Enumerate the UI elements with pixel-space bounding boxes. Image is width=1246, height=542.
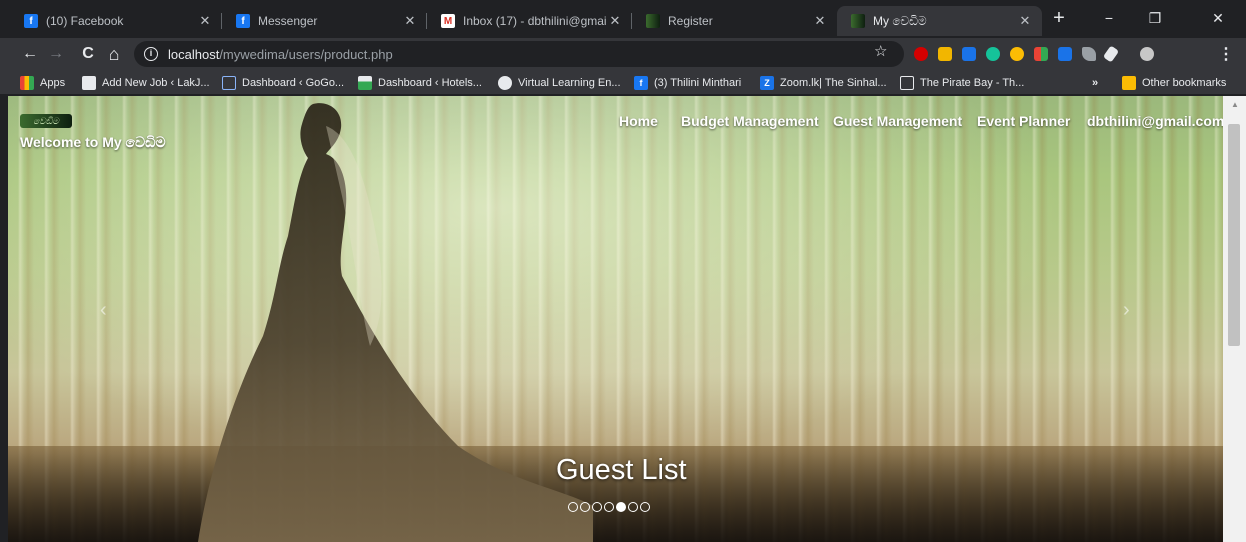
scrollbar-thumb[interactable]: [1228, 124, 1240, 346]
extension-calendar-icon[interactable]: [962, 47, 976, 61]
bookmark-label: Dashboard ‹ Hotels...: [378, 77, 482, 89]
close-tab-icon[interactable]: ✕: [606, 13, 624, 29]
site-favicon: [851, 14, 865, 28]
back-button[interactable]: ←: [18, 42, 42, 66]
bookmarks-overflow-button[interactable]: »: [1092, 74, 1098, 92]
folder-icon: [1122, 76, 1136, 90]
page-scrollbar[interactable]: ▲: [1223, 96, 1246, 542]
image-icon: [358, 76, 372, 90]
bookmark-apps[interactable]: Apps: [20, 74, 65, 92]
url-path: /mywedima/users/product.php: [219, 46, 393, 62]
carousel-indicators: [568, 502, 650, 512]
bookmark-label: Dashboard ‹ GoGo...: [242, 77, 345, 89]
zoom-icon: Z: [760, 76, 774, 90]
site-favicon: [82, 76, 96, 90]
extension-icon[interactable]: [1034, 47, 1048, 61]
tab-title: Messenger: [258, 14, 318, 28]
close-tab-icon[interactable]: ✕: [196, 13, 214, 29]
bookmark-item[interactable]: Add New Job ‹ LakJ...: [82, 74, 210, 92]
extension-icon[interactable]: [1082, 47, 1096, 61]
bookmarks-bar: Apps Add New Job ‹ LakJ... Dashboard ‹ G…: [0, 70, 1246, 95]
tab-register[interactable]: Register ✕: [632, 6, 837, 36]
minimize-button[interactable]: −: [1086, 6, 1132, 30]
close-tab-icon[interactable]: ✕: [1016, 13, 1034, 29]
bookmark-item[interactable]: f (3) Thilini Minthari: [634, 74, 741, 92]
bookmark-item[interactable]: Z Zoom.lk| The Sinhal...: [760, 74, 887, 92]
bookmark-item[interactable]: Dashboard ‹ GoGo...: [222, 74, 344, 92]
url-host: localhost: [168, 46, 220, 62]
tab-facebook[interactable]: f (10) Facebook ✕: [10, 6, 222, 36]
download-icon[interactable]: [1058, 47, 1072, 61]
tab-strip: f (10) Facebook ✕ f Messenger ✕ M Inbox …: [0, 0, 1246, 38]
close-tab-icon[interactable]: ✕: [401, 13, 419, 29]
extension-icon[interactable]: [938, 47, 952, 61]
tab-title: Register: [668, 14, 713, 28]
carousel-indicator-dot[interactable]: [592, 502, 602, 512]
address-bar[interactable]: i localhost/mywedima/users/product.php: [134, 41, 904, 67]
bookmark-label: Apps: [40, 77, 66, 89]
carousel-prev-arrow[interactable]: ‹: [100, 299, 107, 322]
nav-guest-management[interactable]: Guest Management: [833, 113, 962, 129]
browser-window: f (10) Facebook ✕ f Messenger ✕ M Inbox …: [0, 0, 1246, 542]
tab-my-wedima[interactable]: My වෙඩිම ✕: [837, 6, 1042, 36]
facebook-icon: f: [24, 14, 38, 28]
scroll-up-arrow-icon[interactable]: ▲: [1231, 100, 1239, 109]
browser-toolbar: ← → C ⌂ i localhost/mywedima/users/produ…: [0, 38, 1246, 70]
carousel-indicator-dot[interactable]: [568, 502, 578, 512]
site-favicon: [646, 14, 660, 28]
bookmark-item[interactable]: Dashboard ‹ Hotels...: [358, 74, 482, 92]
bookmark-label: Zoom.lk| The Sinhal...: [780, 77, 887, 89]
nav-home[interactable]: Home: [619, 113, 658, 129]
carousel-indicator-dot[interactable]: [580, 502, 590, 512]
close-tab-icon[interactable]: ✕: [811, 13, 829, 29]
bookmark-item[interactable]: The Pirate Bay - Th...: [900, 74, 1024, 92]
bookmark-label: Add New Job ‹ LakJ...: [102, 77, 210, 89]
extension-icon[interactable]: [1010, 47, 1024, 61]
globe-icon: [498, 76, 512, 90]
forward-button[interactable]: →: [44, 42, 68, 66]
nav-event-planner[interactable]: Event Planner: [977, 113, 1070, 129]
carousel-caption: Guest List: [556, 454, 687, 486]
close-window-button[interactable]: ✕: [1195, 6, 1241, 30]
grammarly-icon[interactable]: [986, 47, 1000, 61]
extension-icon[interactable]: [914, 47, 928, 61]
tab-title: (10) Facebook: [46, 14, 124, 28]
new-tab-button[interactable]: +: [1048, 8, 1070, 30]
hero-carousel: වෙඩිම Welcome to My වෙඩිම Home Budget Ma…: [8, 96, 1223, 542]
carousel-next-arrow[interactable]: ›: [1123, 299, 1130, 322]
extension-icon[interactable]: [1102, 45, 1120, 63]
tab-title: My වෙඩිම: [873, 13, 927, 28]
gmail-icon: M: [441, 14, 455, 28]
pirate-bay-icon: [900, 76, 914, 90]
restore-button[interactable]: ❐: [1132, 6, 1178, 30]
nav-user-account[interactable]: dbthilini@gmail.com: [1087, 113, 1223, 129]
carousel-indicator-dot[interactable]: [640, 502, 650, 512]
welcome-heading: Welcome to My වෙඩිම: [20, 134, 166, 150]
carousel-indicator-dot[interactable]: [616, 502, 626, 512]
bookmark-label: (3) Thilini Minthari: [654, 77, 742, 89]
site-info-icon[interactable]: i: [144, 47, 158, 61]
grid-icon: [222, 76, 236, 90]
home-button[interactable]: ⌂: [102, 42, 126, 66]
apps-grid-icon: [20, 76, 34, 90]
site-logo[interactable]: වෙඩිම: [20, 114, 72, 128]
facebook-icon: f: [634, 76, 648, 90]
bookmark-star-icon[interactable]: ☆: [874, 42, 887, 60]
nav-budget-management[interactable]: Budget Management: [681, 113, 819, 129]
facebook-icon: f: [236, 14, 250, 28]
tab-messenger[interactable]: f Messenger ✕: [222, 6, 427, 36]
bookmark-item[interactable]: Virtual Learning En...: [498, 74, 621, 92]
bookmark-label: The Pirate Bay - Th...: [920, 77, 1025, 89]
other-bookmarks-folder[interactable]: Other bookmarks: [1122, 74, 1226, 92]
bookmark-label: Virtual Learning En...: [518, 77, 621, 89]
tab-title: Inbox (17) - dbthilini@gmail.co: [463, 14, 606, 28]
carousel-indicator-dot[interactable]: [604, 502, 614, 512]
carousel-indicator-dot[interactable]: [628, 502, 638, 512]
bookmark-label: Other bookmarks: [1142, 77, 1227, 89]
tab-gmail-inbox[interactable]: M Inbox (17) - dbthilini@gmail.co ✕: [427, 6, 632, 36]
browser-menu-icon[interactable]: ⋮: [1218, 44, 1234, 64]
profile-avatar[interactable]: [1140, 47, 1154, 61]
reload-button[interactable]: C: [76, 42, 100, 66]
